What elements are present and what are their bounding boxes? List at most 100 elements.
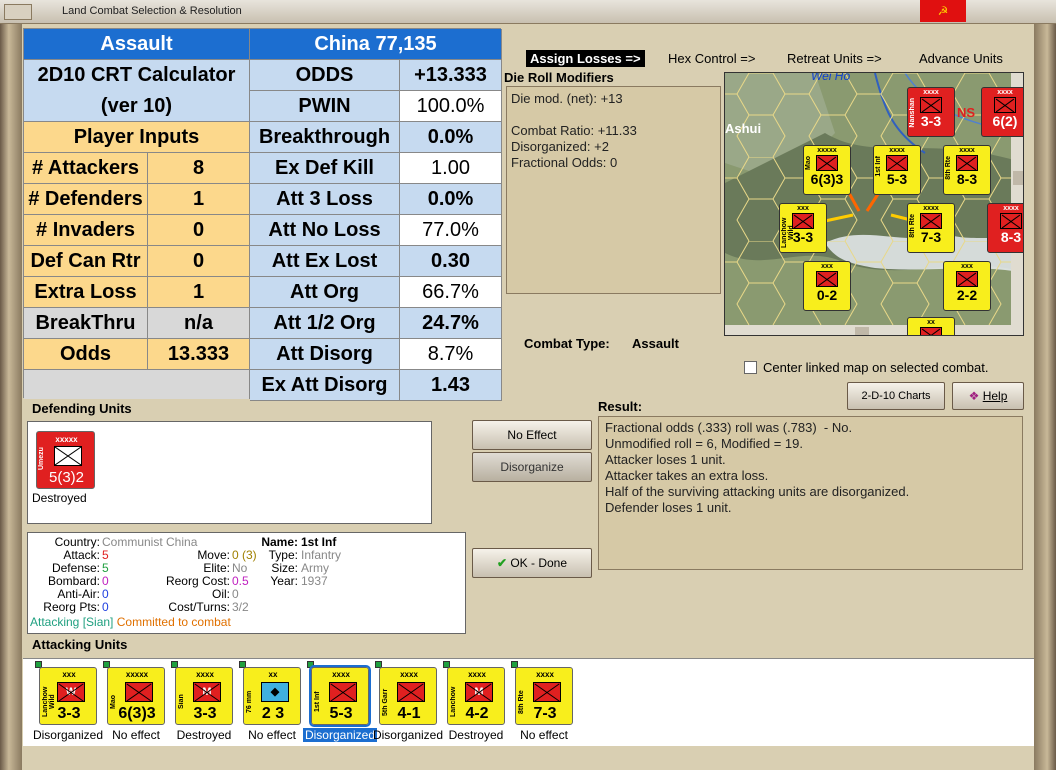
combat-type-value: Assault: [632, 336, 679, 351]
map-counter[interactable]: xx: [907, 317, 955, 335]
die-roll-panel: Die mod. (net): +13 Combat Ratio: +11.33…: [506, 86, 721, 294]
center-map-label: Center linked map on selected combat.: [763, 360, 989, 375]
attacker-counter[interactable]: xxxx Sian M 3-3: [175, 667, 233, 725]
attacker-size: xxxx: [536, 670, 554, 679]
map-counter-infantry-icon: [994, 97, 1016, 113]
map-counter[interactable]: xxxx 1st Inf 5-3: [873, 145, 921, 195]
map-counter[interactable]: xxxx Nanshan 3-3: [907, 87, 955, 137]
help-book-icon: ❖: [968, 389, 980, 403]
map-counter-name: 8th Rte: [909, 214, 916, 238]
map-counter-infantry-icon: [816, 271, 838, 287]
input-value-6[interactable]: 13.333: [148, 339, 250, 370]
map-counter-infantry-icon: [816, 155, 838, 171]
attacker-status: No effect: [520, 728, 568, 742]
map-counter[interactable]: xxxx 6(2): [981, 87, 1023, 137]
map-counter-value: 2-2: [956, 287, 978, 303]
input-value-4[interactable]: 1: [148, 277, 250, 308]
ok-done-button[interactable]: ✔ OK - Done: [472, 548, 592, 578]
result-value-0: +13.333: [400, 60, 502, 91]
attacker-value: 4-2: [465, 705, 489, 722]
defender-value: 5(3)2: [48, 469, 85, 486]
tab-assign-losses[interactable]: Assign Losses =>: [526, 50, 645, 67]
defender-infantry-icon: [54, 446, 82, 466]
center-map-checkbox[interactable]: [744, 361, 757, 374]
input-value-0[interactable]: 8: [148, 153, 250, 184]
input-value-1[interactable]: 1: [148, 184, 250, 215]
attacker-status: Destroyed: [448, 728, 504, 742]
attacker-value: 3-3: [57, 705, 81, 722]
charts-button[interactable]: 2-D-10 Charts: [847, 382, 945, 410]
input-label-4: Extra Loss: [24, 277, 148, 308]
map-counter-size: xx: [927, 319, 935, 326]
input-label-1: # Defenders: [24, 184, 148, 215]
tab-advance-units[interactable]: Advance Units: [919, 51, 1003, 66]
tab-hex-control[interactable]: Hex Control =>: [668, 51, 755, 66]
map-counter-infantry-icon: [920, 97, 942, 113]
system-menu-button[interactable]: [4, 4, 32, 20]
attacker-value: 6(3)3: [118, 705, 156, 722]
map-counter-size: xxxx: [889, 147, 905, 154]
attacker-size: xxxx: [400, 670, 418, 679]
result-label-3: Ex Def Kill: [250, 153, 400, 184]
calc-version: (ver 10): [24, 91, 250, 122]
die-roll-title: Die Roll Modifiers: [504, 70, 614, 85]
attacker-counter[interactable]: xxxx Lanchow M 4-2: [447, 667, 505, 725]
input-value-2[interactable]: 0: [148, 215, 250, 246]
map-counter[interactable]: xxxx 8th Rte 7-3: [907, 203, 955, 253]
defender-counter[interactable]: xxxxx Umezu 5(3)2: [36, 431, 95, 489]
cost-value: 3/2: [232, 600, 249, 614]
map-counter[interactable]: xxx Lanchow Wild 3-3: [779, 203, 827, 253]
no-effect-button[interactable]: No Effect: [472, 420, 592, 450]
attacker-counter[interactable]: xxx Lanchow Wild W 3-3: [39, 667, 97, 725]
map-counter[interactable]: xxxx 8-3: [987, 203, 1023, 253]
attacker-unit-icon: [125, 682, 153, 702]
input-value-3[interactable]: 0: [148, 246, 250, 277]
attacker-value: 4-1: [397, 705, 421, 722]
attacker-value: 5-3: [329, 705, 353, 722]
cost-label: Cost/Turns:: [168, 600, 230, 614]
map-counter-size: xxxx: [959, 147, 975, 154]
map-counter[interactable]: xxx 2-2: [943, 261, 991, 311]
map-counter[interactable]: xxxxx Mao 6(3)3: [803, 145, 851, 195]
attacker-value: 3-3: [193, 705, 217, 722]
help-button[interactable]: ❖ Help: [952, 382, 1024, 410]
result-value-9: 8.7%: [400, 339, 502, 370]
input-label-2: # Invaders: [24, 215, 148, 246]
attacker-unit-icon: [397, 682, 425, 702]
map-counter[interactable]: xxxx 8th Rte 8-3: [943, 145, 991, 195]
disorganize-button[interactable]: Disorganize: [472, 452, 592, 482]
tab-retreat-units[interactable]: Retreat Units =>: [787, 51, 882, 66]
attacker-unit-icon: ◆: [261, 682, 289, 702]
frame-right: [1034, 24, 1056, 770]
result-label-5: Att No Loss: [250, 215, 400, 246]
attacker-counter[interactable]: xx 76 mm ◆ 2 3: [243, 667, 301, 725]
year-label: Year:: [270, 574, 298, 588]
attacker-size: xxxxx: [125, 670, 149, 679]
title-bar: Land Combat Selection & Resolution ☭: [0, 0, 1056, 24]
attacker-counter[interactable]: xxxx 8th Rte 7-3: [515, 667, 573, 725]
attacker-status: Disorganized: [303, 728, 377, 742]
frame-left: [0, 24, 22, 770]
attacker-counter[interactable]: xxxx 5th Garr 4-1: [379, 667, 437, 725]
calc-header-left: Assault: [24, 29, 250, 60]
map-counter-name: Mao: [805, 156, 812, 170]
result-title: Result:: [598, 399, 643, 414]
attacker-status: Destroyed: [176, 728, 232, 742]
attacker-counter[interactable]: xxxx 1st Inf 5-3: [309, 665, 371, 727]
linked-map[interactable]: Wei Ho Ashui NS xxxx Nanshan 3-3 xxxx 6(2) xx…: [724, 72, 1024, 336]
input-label-3: Def Can Rtr: [24, 246, 148, 277]
attacker-counter[interactable]: xxxxx Mao 6(3)3: [107, 667, 165, 725]
attacker-size: xx: [268, 670, 278, 679]
attacker-size: xxxx: [196, 670, 214, 679]
attacker-size: xxxx: [468, 670, 486, 679]
map-counter-infantry-icon: [956, 155, 978, 171]
combat-window: Land Combat Selection & Resolution ☭ Ass…: [0, 0, 1056, 770]
input-value-5[interactable]: n/a: [148, 308, 250, 339]
reorg-label: Reorg Pts:: [43, 600, 100, 614]
result-label-8: Att 1/2 Org: [250, 308, 400, 339]
map-counter[interactable]: xxx 0-2: [803, 261, 851, 311]
committed-status: Committed to combat: [116, 615, 231, 629]
result-label-1: PWIN: [250, 91, 400, 122]
close-button[interactable]: ☭: [920, 0, 966, 22]
input-label-6: Odds: [24, 339, 148, 370]
